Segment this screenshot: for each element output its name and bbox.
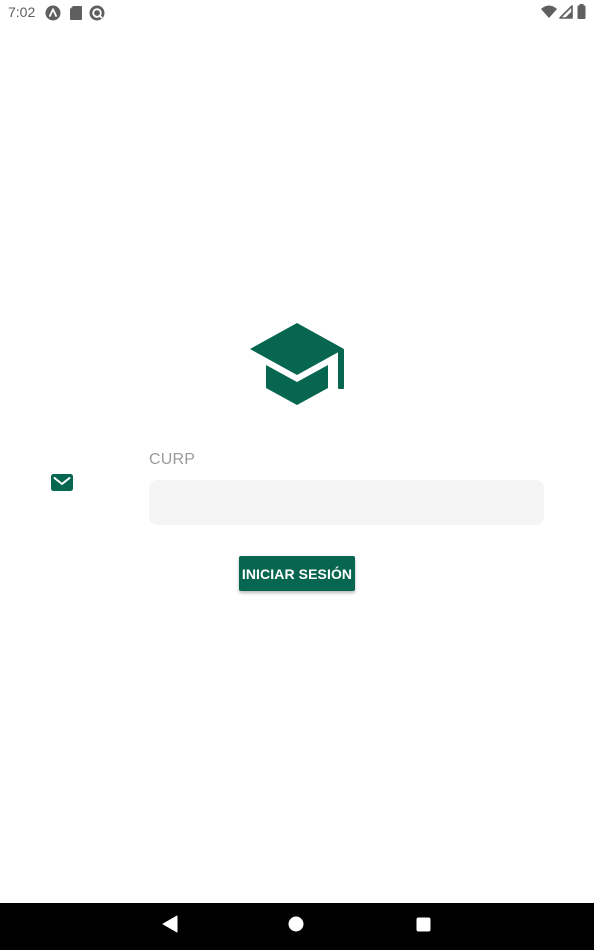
recents-button[interactable] xyxy=(399,903,447,950)
recents-square-icon xyxy=(416,917,431,937)
login-button[interactable]: INICIAR SESIÓN xyxy=(239,556,355,591)
wifi-icon xyxy=(541,5,557,24)
curp-label: CURP xyxy=(149,451,196,468)
navigation-bar xyxy=(0,903,594,950)
curp-input[interactable] xyxy=(149,480,544,525)
signal-icon xyxy=(559,5,573,24)
graduation-cap-icon xyxy=(248,322,346,408)
a-badge-icon xyxy=(45,5,61,26)
status-time: 7:02 xyxy=(8,4,36,20)
back-button[interactable] xyxy=(146,903,194,950)
home-button[interactable] xyxy=(272,903,320,950)
status-bar: 7:02 xyxy=(0,0,594,24)
back-triangle-icon xyxy=(162,915,178,938)
mail-icon xyxy=(51,474,73,491)
battery-icon xyxy=(577,4,586,24)
sd-card-icon xyxy=(69,5,83,26)
home-circle-icon xyxy=(288,916,304,937)
sync-circle-icon xyxy=(89,5,105,26)
